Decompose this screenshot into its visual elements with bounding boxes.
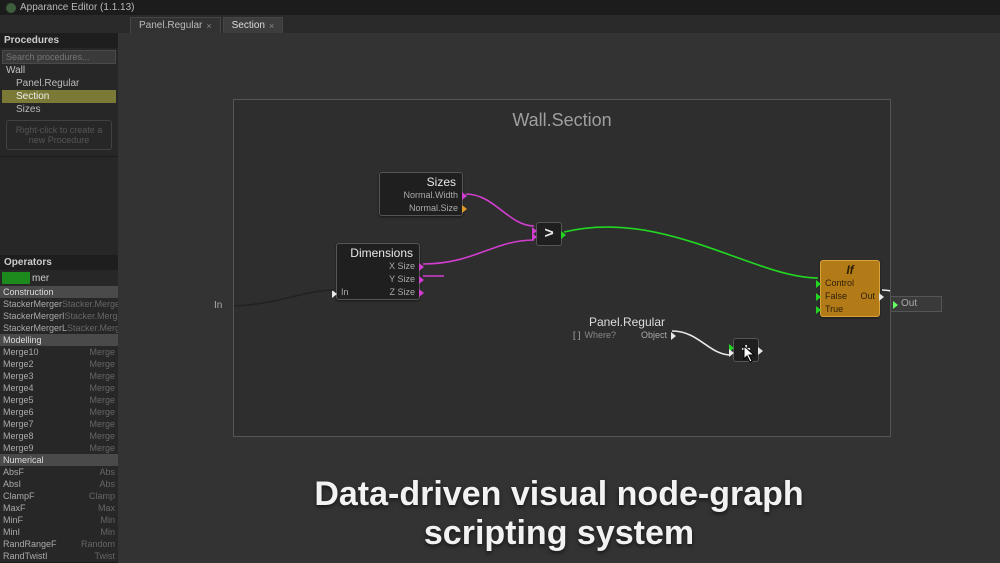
operator-row[interactable]: Merge4Merge xyxy=(0,382,118,394)
graph-title: Wall.Section xyxy=(234,110,890,131)
tree-item[interactable]: Sizes xyxy=(2,103,116,116)
tab-label: Section xyxy=(232,20,265,31)
operator-row[interactable]: Merge9Merge xyxy=(0,442,118,454)
operators-panel: Operators mer ConstructionStackerMergerS… xyxy=(0,255,118,563)
node-greater-than[interactable]: > xyxy=(536,222,562,246)
operator-row[interactable]: Merge3Merge xyxy=(0,370,118,382)
operator-row[interactable]: MaxFMax xyxy=(0,502,118,514)
node-dimensions[interactable]: Dimensions X Size Y Size InZ Size xyxy=(336,243,420,300)
tab-panel-regular[interactable]: Panel.Regular × xyxy=(130,17,221,33)
node-title: Panel.Regular xyxy=(569,313,671,329)
tree-item[interactable]: Section xyxy=(2,90,116,103)
node-panel-regular[interactable]: Panel.Regular [ ]Where?Object xyxy=(569,313,671,342)
operator-filter-chip[interactable] xyxy=(2,272,30,284)
node-title: Sizes xyxy=(380,173,462,189)
node-if[interactable]: If Control FalseOut True xyxy=(820,260,880,317)
app-title: Apparance Editor (1.1.13) xyxy=(20,2,135,13)
procedures-panel: Procedures Wall Panel.Regular Section Si… xyxy=(0,33,118,157)
graph-canvas[interactable]: Panel.Regular × Section × Wall.Section I… xyxy=(118,33,1000,563)
operator-row[interactable]: StackerMergerStacker.Merge xyxy=(0,298,118,310)
app-logo-icon xyxy=(6,3,16,13)
graph-out-pin[interactable]: Out xyxy=(890,296,942,312)
operator-row[interactable]: Merge10Merge xyxy=(0,346,118,358)
close-icon[interactable]: × xyxy=(206,21,211,31)
tab-section[interactable]: Section × xyxy=(223,17,284,33)
operator-row[interactable]: AbsIAbs xyxy=(0,478,118,490)
greater-than-icon: > xyxy=(544,225,553,243)
procedures-search-input[interactable] xyxy=(2,50,116,64)
tree-root[interactable]: Wall xyxy=(2,64,116,77)
operator-row[interactable]: Merge7Merge xyxy=(0,418,118,430)
title-bar: Apparance Editor (1.1.13) xyxy=(0,0,1000,15)
operator-row[interactable]: MinIMin xyxy=(0,526,118,538)
operator-row[interactable]: StackerMergerLStacker.Merge xyxy=(0,322,118,334)
tab-label: Panel.Regular xyxy=(139,20,202,31)
operator-row[interactable]: RandTwistITwist xyxy=(0,550,118,562)
graph-frame[interactable]: Wall.Section In Out Sizes Normal.Width N… xyxy=(233,99,891,437)
operator-category: Modelling xyxy=(0,334,118,346)
operator-category: Construction xyxy=(0,286,118,298)
operator-row[interactable]: MinFMin xyxy=(0,514,118,526)
node-title: Dimensions xyxy=(337,244,419,260)
tree-item[interactable]: Panel.Regular xyxy=(2,77,116,90)
operator-row[interactable]: RandRangeFRandom xyxy=(0,538,118,550)
operator-row[interactable]: Merge5Merge xyxy=(0,394,118,406)
operators-heading: Operators xyxy=(0,255,118,270)
operator-row[interactable]: ClampFClamp xyxy=(0,490,118,502)
graph-in-pin[interactable]: In xyxy=(214,300,222,311)
node-sizes[interactable]: Sizes Normal.Width Normal.Size xyxy=(379,172,463,216)
node-title: If xyxy=(821,261,879,277)
create-procedure-hint: Right-click to create a new Procedure xyxy=(6,120,112,150)
procedures-heading: Procedures xyxy=(0,33,118,48)
operator-row[interactable]: StackerMergerIStacker.Merge xyxy=(0,310,118,322)
video-caption: Data-driven visual node-graph scripting … xyxy=(118,475,1000,553)
operator-row[interactable]: AbsFAbs xyxy=(0,466,118,478)
mouse-cursor-icon xyxy=(743,345,757,363)
operator-filter-text[interactable]: mer xyxy=(32,273,49,284)
operator-row[interactable]: Merge8Merge xyxy=(0,430,118,442)
operator-category: Numerical xyxy=(0,454,118,466)
operator-row[interactable]: Merge2Merge xyxy=(0,358,118,370)
sidebar: Procedures Wall Panel.Regular Section Si… xyxy=(0,33,118,563)
close-icon[interactable]: × xyxy=(269,21,274,31)
operator-row[interactable]: Merge6Merge xyxy=(0,406,118,418)
operator-list: ConstructionStackerMergerStacker.MergeSt… xyxy=(0,286,118,562)
